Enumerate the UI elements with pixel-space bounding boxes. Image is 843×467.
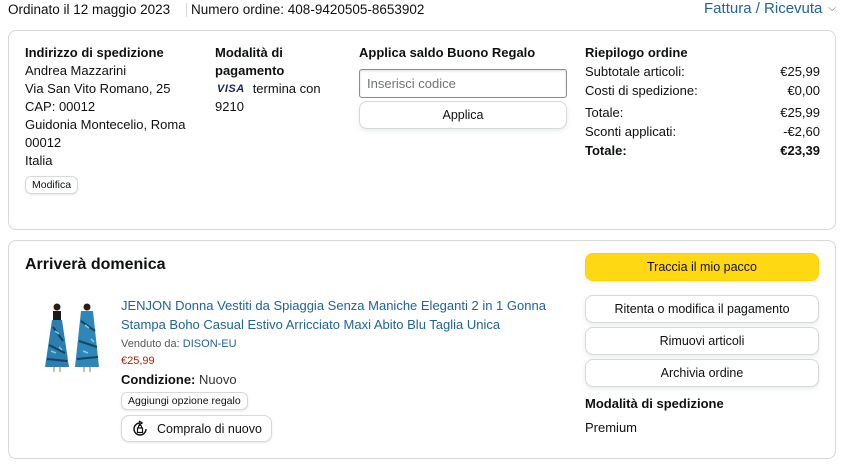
invoice-link-label: Fattura / Ricevuta (704, 0, 823, 17)
order-header: Ordinato il 12 maggio 2023 Numero ordine… (8, 0, 836, 22)
buy-again-icon (133, 419, 147, 436)
edit-address-button[interactable]: Modifica (25, 176, 79, 194)
summary-label: Subtotale articoli: (585, 64, 685, 79)
card-ending-text: termina con (252, 81, 321, 96)
order-date: Ordinato il 12 maggio 2023 (8, 2, 171, 17)
order-actions: Traccia il mio pacco Ritenta o modifica … (585, 253, 819, 435)
summary-value: -€2,60 (783, 124, 820, 139)
summary-label: Totale: (585, 105, 624, 120)
summary-row: Subtotale articoli: €25,99 (585, 62, 820, 81)
summary-row: Costi di spedizione: €0,00 (585, 81, 820, 100)
product-image[interactable] (37, 301, 105, 373)
arrival-heading: Arriverà domenica (25, 256, 166, 273)
buy-again-label: Compralo di nuovo (157, 421, 262, 436)
summary-row: Sconti applicati: -€2,60 (585, 122, 820, 141)
card-last-digits: 9210 (215, 99, 244, 114)
gift-card-section: Applica saldo Buono Regalo Inserisci cod… (359, 44, 567, 129)
seller-line: Venduto da: DISON-EU (121, 338, 551, 350)
address-line: CAP: 00012 (25, 99, 96, 114)
sold-by-label: Venduto da: (121, 338, 180, 350)
payment-title-line1: Modalità di (215, 45, 283, 60)
summary-title: Riepilogo ordine (585, 45, 688, 60)
address-line: 00012 (25, 135, 62, 150)
product-title-link[interactable]: JENJON Donna Vestiti da Spiaggia Senza M… (121, 296, 551, 334)
apply-gift-button[interactable]: Applica (359, 101, 567, 129)
buy-again-button[interactable]: Compralo di nuovo (121, 415, 272, 442)
product-info: JENJON Donna Vestiti da Spiaggia Senza M… (121, 296, 551, 442)
payment-title-line2: pagamento (215, 63, 285, 78)
grand-total-value: €23,39 (780, 143, 820, 158)
shipment-panel: Arriverà domenica JENJON Donna Vestiti d… (8, 240, 836, 459)
visa-logo-icon: VISA (217, 83, 245, 95)
track-package-button[interactable]: Traccia il mio pacco (585, 253, 819, 281)
address-line: Italia (25, 153, 53, 168)
address-line: Andrea Mazzarini (25, 63, 127, 78)
product-price: €25,99 (121, 355, 155, 367)
condition-value: Nuovo (199, 372, 237, 387)
summary-row: Totale: €25,99 (585, 103, 820, 122)
chevron-down-icon: ⌵ (828, 3, 836, 14)
order-details-panel: Indirizzo di spedizione Andrea Mazzarini… (8, 30, 836, 230)
summary-label: Costi di spedizione: (585, 83, 698, 98)
card-row: VISA termina con (215, 80, 335, 98)
payment-method: Modalità di pagamento VISA termina con 9… (215, 44, 335, 116)
shipping-method-value: Premium (585, 420, 638, 435)
grand-total-label: Totale: (585, 143, 627, 158)
address-line: Guidonia Montecelio, Roma (25, 117, 186, 132)
remove-items-button[interactable]: Rimuovi articoli (585, 327, 819, 355)
add-gift-option-button[interactable]: Aggiungi opzione regalo (121, 392, 248, 410)
seller-link[interactable]: DISON-EU (183, 338, 237, 350)
condition-line: Condizione: Nuovo (121, 372, 551, 387)
order-summary: Riepilogo ordine Subtotale articoli: €25… (585, 44, 820, 160)
gift-code-input[interactable]: Inserisci codice (359, 69, 567, 98)
summary-value: €25,99 (780, 64, 820, 79)
order-number: Numero ordine: 408-9420505-8653902 (191, 2, 425, 17)
grand-total-row: Totale: €23,39 (585, 141, 820, 160)
gift-card-title: Applica saldo Buono Regalo (359, 45, 536, 60)
address-line: Via San Vito Romano, 25 (25, 81, 171, 96)
summary-value: €25,99 (780, 105, 820, 120)
summary-value: €0,00 (787, 83, 820, 98)
shipping-method-title: Modalità di spedizione (585, 396, 724, 411)
archive-order-button[interactable]: Archivia ordine (585, 359, 819, 387)
header-divider (186, 3, 187, 17)
retry-payment-button[interactable]: Ritenta o modifica il pagamento (585, 295, 819, 323)
condition-label: Condizione: (121, 372, 196, 387)
invoice-link[interactable]: Fattura / Ricevuta ⌵ (704, 0, 836, 17)
shipping-address: Indirizzo di spedizione Andrea Mazzarini… (25, 44, 205, 194)
summary-label: Sconti applicati: (585, 124, 677, 139)
shipping-address-title: Indirizzo di spedizione (25, 45, 164, 60)
